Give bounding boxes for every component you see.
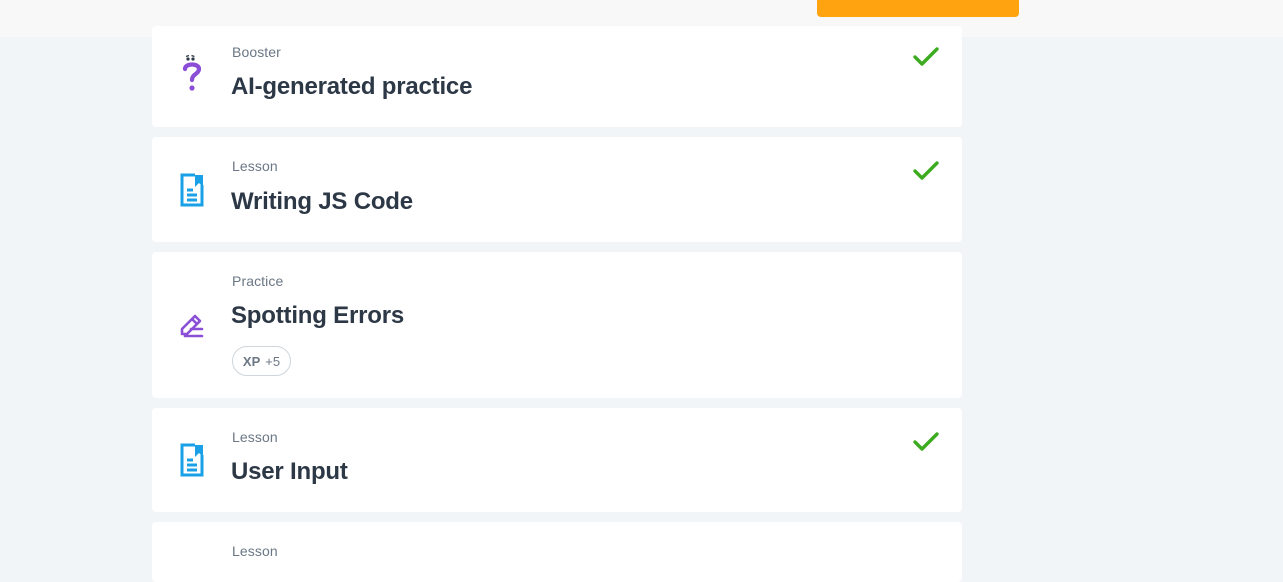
xp-label: XP	[242, 353, 261, 369]
lesson-kind: Lesson	[232, 429, 278, 445]
lesson-kind: Lesson	[232, 158, 278, 174]
completed-check-icon	[912, 160, 940, 182]
document-bookmark-icon	[178, 442, 206, 478]
pencil-edit-icon	[178, 307, 206, 343]
question-mark-icon	[178, 54, 206, 92]
lesson-title: Writing JS Code	[231, 188, 413, 215]
lesson-card-next[interactable]: Lesson	[152, 522, 962, 582]
completed-check-icon	[912, 46, 940, 68]
lesson-card-spotting-errors[interactable]: Practice Spotting Errors XP +5	[152, 252, 962, 398]
xp-value: +5	[265, 353, 281, 369]
lesson-kind: Practice	[232, 273, 284, 289]
continue-button[interactable]	[817, 0, 1019, 17]
lesson-title: Spotting Errors	[231, 302, 405, 329]
lesson-kind: Booster	[232, 44, 281, 60]
lesson-card-writing-js-code[interactable]: Lesson Writing JS Code	[152, 137, 962, 242]
lesson-card-user-input[interactable]: Lesson User Input	[152, 408, 962, 512]
lesson-kind: Lesson	[232, 543, 278, 559]
lesson-card-booster[interactable]: Booster AI-generated practice	[152, 26, 962, 127]
completed-check-icon	[912, 431, 940, 453]
lesson-title: User Input	[231, 458, 348, 485]
document-bookmark-icon	[178, 172, 206, 208]
lesson-title: AI-generated practice	[231, 73, 473, 100]
xp-badge: XP +5	[232, 346, 291, 376]
